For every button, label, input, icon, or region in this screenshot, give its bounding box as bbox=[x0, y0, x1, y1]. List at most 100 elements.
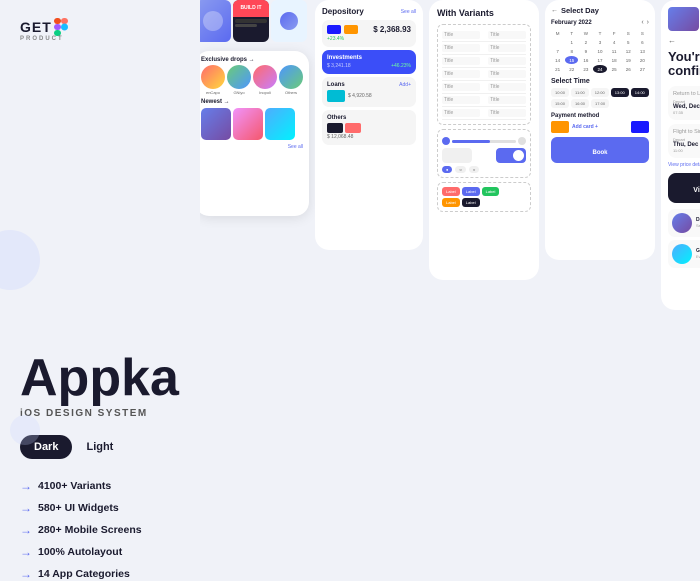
chip-row: ● ○ ○ bbox=[442, 166, 526, 173]
cal-d12[interactable]: 11 bbox=[608, 47, 621, 55]
cal-d21[interactable]: 20 bbox=[636, 56, 649, 64]
cal-d11[interactable]: 10 bbox=[593, 47, 606, 55]
inv-change: +46.23% bbox=[391, 63, 411, 69]
cal-d8[interactable]: 7 bbox=[551, 47, 564, 55]
avatar-item-1: enCapo bbox=[201, 65, 225, 95]
slider-dot-left bbox=[442, 137, 450, 145]
cal-d28[interactable]: 27 bbox=[636, 65, 649, 73]
time-slot-8[interactable]: 17:00 bbox=[591, 99, 609, 108]
calendar-grid: M T W T F S S 1 2 3 4 5 6 7 8 9 10 11 bbox=[551, 29, 649, 73]
time-slot-3[interactable]: 12:00 bbox=[591, 88, 609, 97]
cal-d2[interactable]: 1 bbox=[565, 38, 578, 46]
cal-d4[interactable]: 3 bbox=[593, 38, 606, 46]
dep-see-all[interactable]: See all bbox=[401, 9, 416, 15]
cal-d15[interactable]: 14 bbox=[551, 56, 564, 64]
flight-img-1 bbox=[668, 7, 699, 31]
cal-d23[interactable]: 22 bbox=[565, 65, 578, 73]
cal-d7[interactable]: 6 bbox=[636, 38, 649, 46]
investments-card: Investments $ 3,241.18 +46.23% bbox=[322, 50, 416, 74]
time-slot-6[interactable]: 15:00 bbox=[551, 99, 569, 108]
cal-d26[interactable]: 25 bbox=[608, 65, 621, 73]
col-variants: With Variants Title Title Title Title Ti… bbox=[429, 0, 539, 525]
select-time-title: Select Time bbox=[551, 78, 649, 85]
itinerary-button[interactable]: View itinerary bbox=[668, 173, 700, 203]
time-slot-4[interactable]: 13:00 bbox=[611, 88, 629, 97]
citi-icon bbox=[327, 90, 345, 102]
toggle-on[interactable] bbox=[496, 148, 526, 163]
avatar-item-2: GNiyo bbox=[227, 65, 251, 95]
light-theme-button[interactable]: Light bbox=[72, 435, 127, 459]
left-panel: GET PRODUCT Appka iOS DESIGN SYSTEM Dark… bbox=[0, 0, 200, 525]
features-list: → 4100+ Variants → 580+ UI Widgets → 280… bbox=[20, 479, 180, 581]
cal-d27[interactable]: 26 bbox=[622, 65, 635, 73]
day-su: S bbox=[636, 29, 649, 37]
cal-d24[interactable]: 23 bbox=[579, 65, 592, 73]
back-arrow-icon[interactable]: ← bbox=[551, 7, 558, 14]
color-row-1: Label Label Label bbox=[442, 187, 526, 196]
theme-toggle-group: Dark Light bbox=[20, 435, 140, 459]
mini-screen-2: BUILD IT bbox=[233, 0, 269, 42]
prev-month-icon[interactable]: ‹ bbox=[641, 19, 643, 26]
vrow-1: Title Title bbox=[442, 29, 526, 42]
loans-amount: $ 4,920.58 bbox=[348, 93, 372, 99]
add-card-link[interactable]: Add card + bbox=[572, 124, 598, 130]
cal-d17[interactable]: 16 bbox=[579, 56, 592, 64]
cal-d22[interactable]: 21 bbox=[551, 65, 564, 73]
view-details-link[interactable]: View price details bbox=[668, 162, 700, 168]
vrow-3: Title Title bbox=[442, 55, 526, 68]
day-th: T bbox=[593, 29, 606, 37]
flight-images bbox=[668, 7, 700, 31]
month-nav: ‹ › bbox=[641, 19, 649, 26]
cal-d18[interactable]: 17 bbox=[593, 56, 606, 64]
chip-inactive-2[interactable]: ○ bbox=[469, 166, 479, 173]
flight-back-icon[interactable]: ← bbox=[668, 36, 676, 45]
cal-d25[interactable]: 24 bbox=[593, 65, 606, 73]
cal-d9[interactable]: 8 bbox=[565, 47, 578, 55]
loans-add[interactable]: Add+ bbox=[399, 82, 411, 88]
cal-d3[interactable]: 2 bbox=[579, 38, 592, 46]
cal-d20[interactable]: 19 bbox=[622, 56, 635, 64]
arrow-icon-3: → bbox=[20, 523, 32, 537]
vcell-4: Title bbox=[488, 44, 526, 52]
cal-d13[interactable]: 12 bbox=[622, 47, 635, 55]
loans-header: Loans Add+ bbox=[327, 82, 411, 88]
feature-screens: → 280+ Mobile Screens bbox=[20, 523, 180, 537]
next-month-icon[interactable]: › bbox=[647, 19, 649, 26]
cal-d10[interactable]: 9 bbox=[579, 47, 592, 55]
vcell-12: Title bbox=[488, 96, 526, 104]
visa-icon bbox=[327, 25, 341, 34]
notif-avatar-1 bbox=[672, 213, 692, 233]
mini-screen-1 bbox=[195, 0, 231, 42]
inv-amount: $ 3,241.18 bbox=[327, 63, 351, 69]
time-slots: 10:00 11:00 12:00 13:00 14:00 15:00 16:0… bbox=[551, 88, 649, 108]
time-slot-2[interactable]: 11:00 bbox=[571, 88, 589, 97]
time-slot-7[interactable]: 16:00 bbox=[571, 99, 589, 108]
cal-d19[interactable]: 18 bbox=[608, 56, 621, 64]
chip-active[interactable]: ● bbox=[442, 166, 452, 173]
cal-d14[interactable]: 13 bbox=[636, 47, 649, 55]
top-mini-screens: BUILD IT bbox=[195, 0, 309, 42]
book-button[interactable]: Book bbox=[551, 137, 649, 163]
vcell-6: Title bbox=[488, 57, 526, 65]
cal-d1[interactable] bbox=[551, 38, 564, 46]
notif-row-1: Darrell Steward Sent you a request... 3:… bbox=[668, 209, 700, 237]
slider-dot-right bbox=[518, 137, 526, 145]
see-all-link[interactable]: See all bbox=[201, 144, 303, 150]
notif-content-2: Ghost mode Everywhere you go... bbox=[696, 248, 700, 259]
flight-card-2: Flight to Singapore Depart Thu, Dec 2 11… bbox=[668, 124, 700, 158]
others-cards bbox=[327, 123, 411, 133]
chip-inactive-1[interactable]: ○ bbox=[455, 166, 465, 173]
day-we: W bbox=[579, 29, 592, 37]
vcell-9: Title bbox=[442, 83, 480, 91]
time-slot-1[interactable]: 10:00 bbox=[551, 88, 569, 97]
flight-card-1: Return to London Depart Wed, Dec 1 07:35… bbox=[668, 86, 700, 120]
cal-d5[interactable]: 4 bbox=[608, 38, 621, 46]
toggle-off[interactable] bbox=[442, 148, 472, 163]
newest-grid bbox=[201, 108, 303, 140]
cal-d6[interactable]: 5 bbox=[622, 38, 635, 46]
cal-d16[interactable]: 15 bbox=[565, 56, 578, 64]
visa-payment-icon bbox=[631, 121, 649, 133]
vrow-4: Title Title bbox=[442, 68, 526, 81]
vrow-6: Title Title bbox=[442, 94, 526, 107]
time-slot-5[interactable]: 14:00 bbox=[631, 88, 649, 97]
